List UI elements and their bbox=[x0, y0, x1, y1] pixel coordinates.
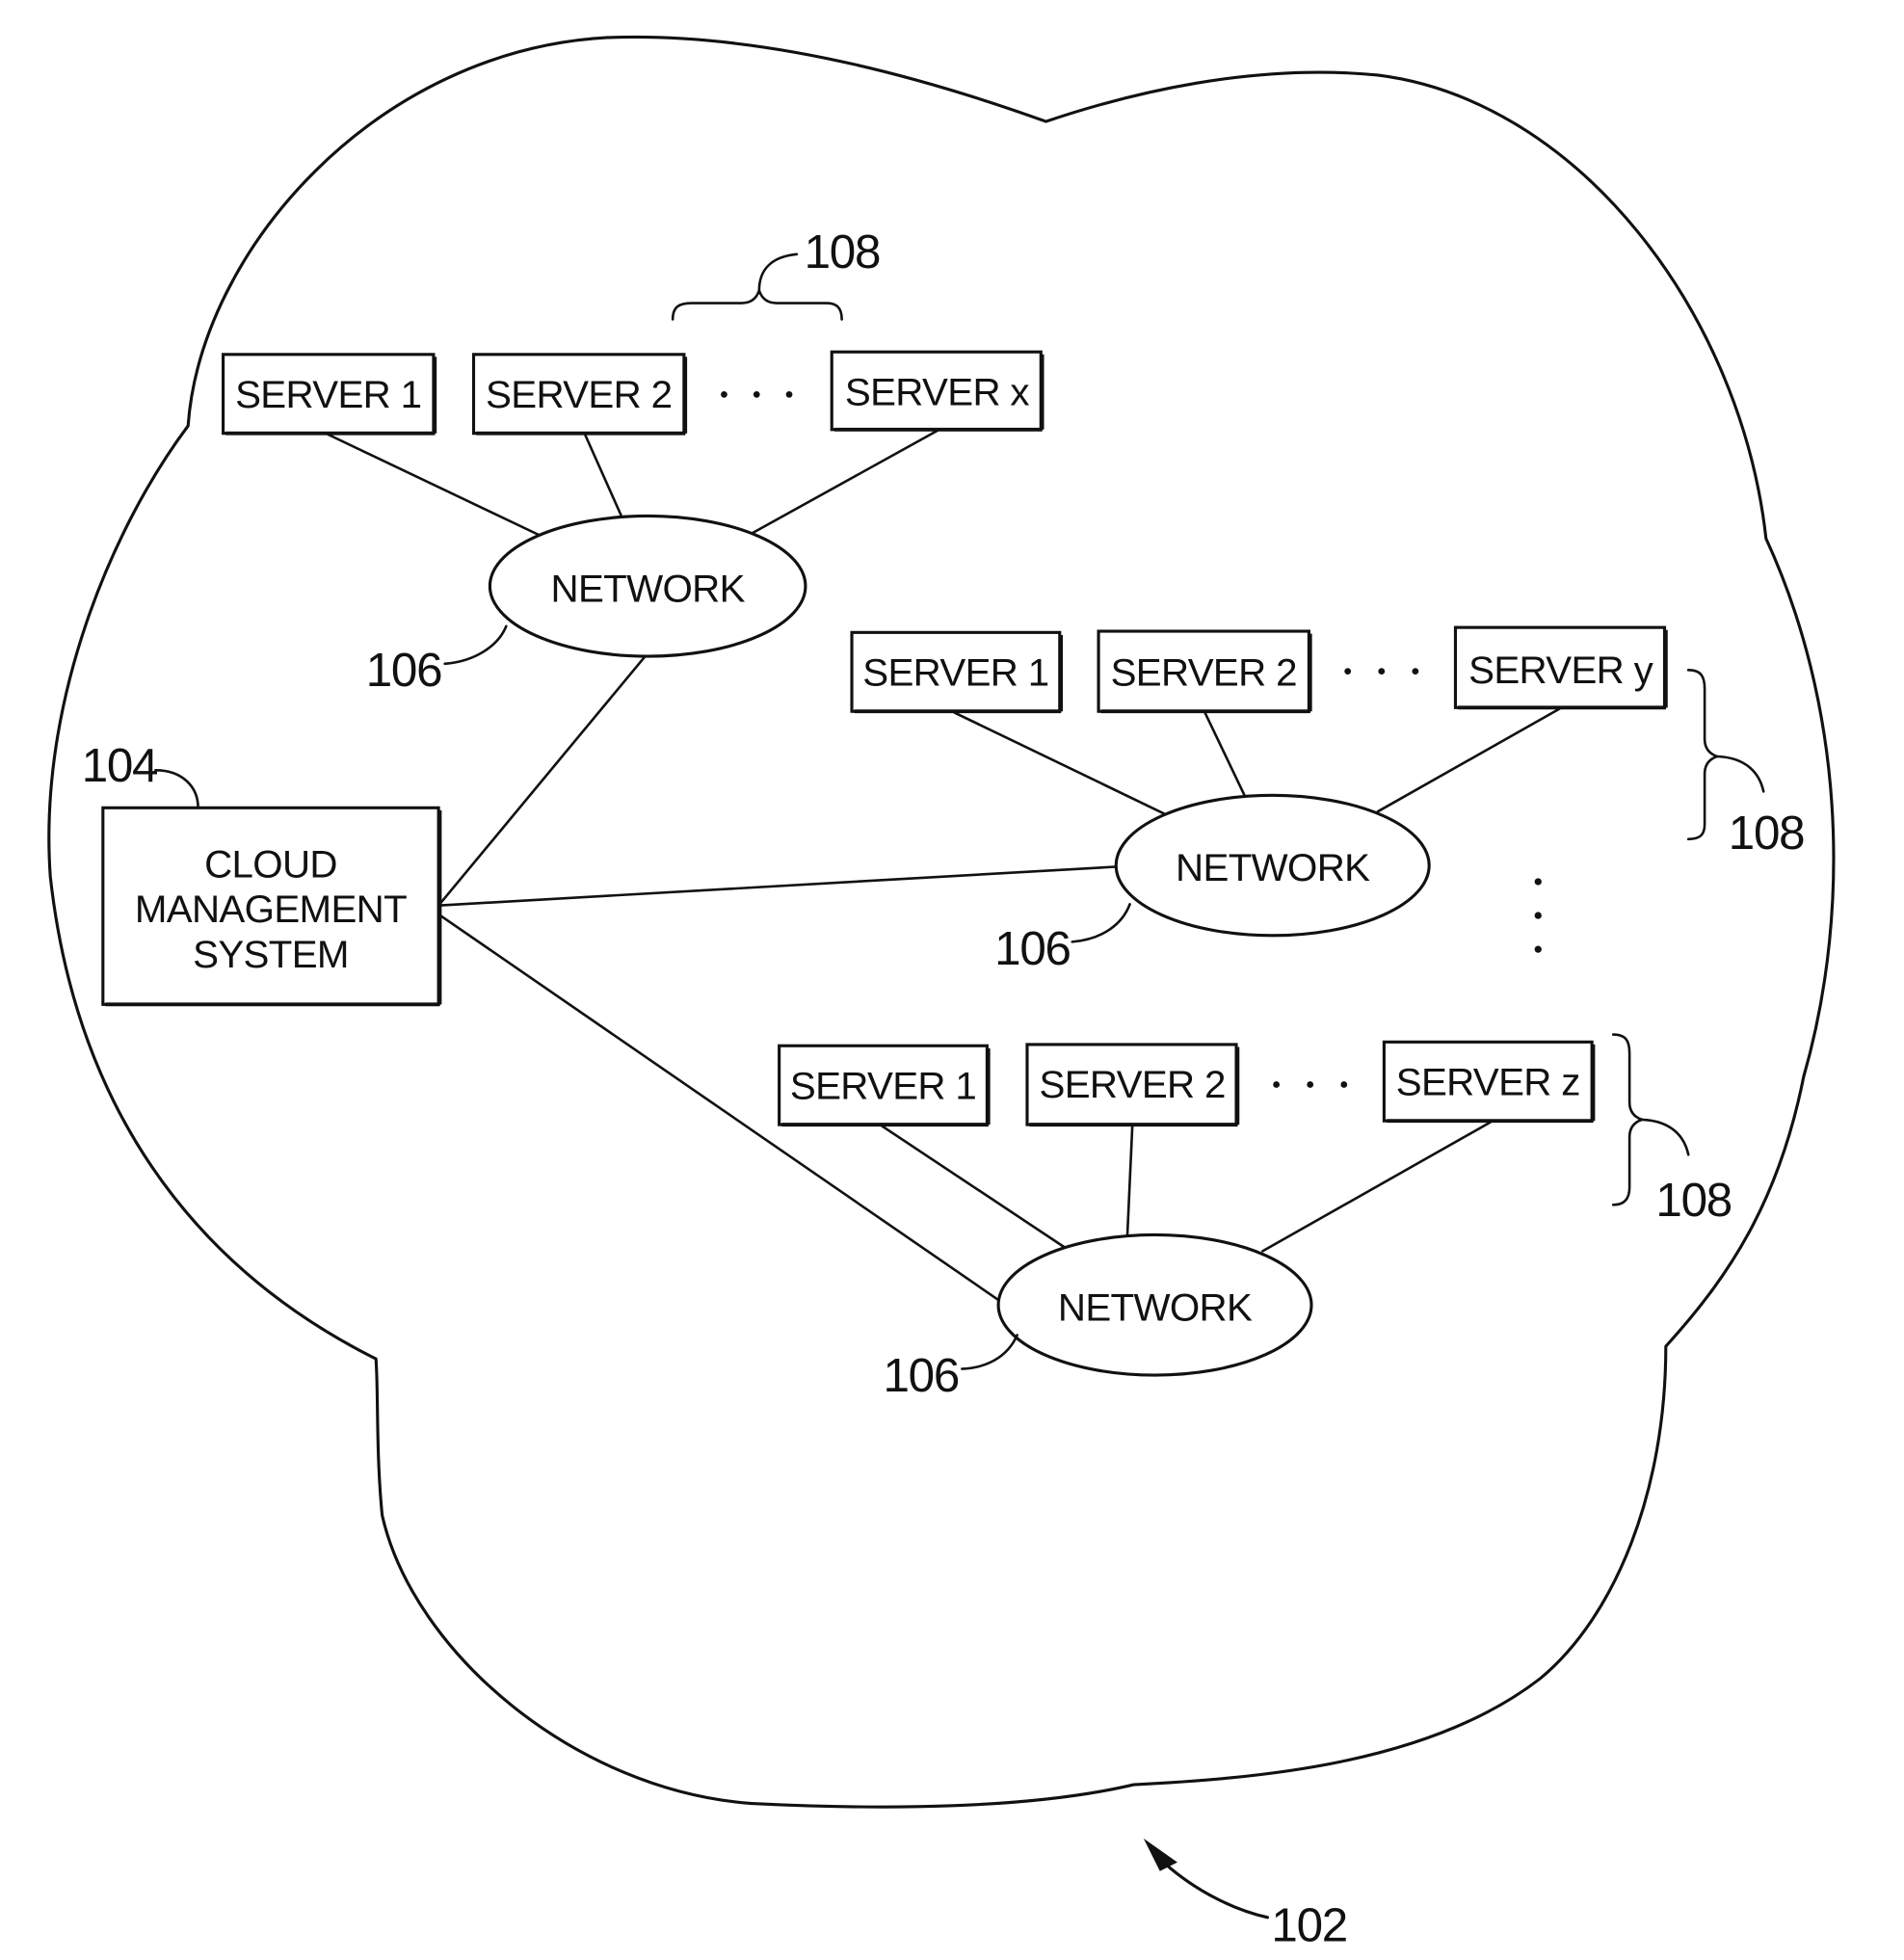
server-label: SERVER 2 bbox=[1111, 650, 1297, 694]
server-label: SERVER z bbox=[1396, 1060, 1580, 1103]
cms-label-line-1: CLOUD bbox=[204, 842, 337, 886]
arrow-head-icon bbox=[1143, 1838, 1177, 1871]
leader-108 bbox=[757, 252, 799, 292]
ref-106: 106 bbox=[994, 922, 1070, 975]
cluster-2: SERVER 1 SERVER 2 SERVER y NETWORK 106 1… bbox=[850, 625, 1806, 975]
ref-108: 108 bbox=[1729, 807, 1804, 860]
ellipsis-dots bbox=[1344, 668, 1419, 675]
server-box[interactable]: SERVER 2 bbox=[471, 353, 688, 436]
server-box[interactable]: SERVER 1 bbox=[778, 1044, 991, 1127]
link-cms-network-1 bbox=[436, 654, 647, 907]
ellipsis-dots bbox=[1273, 1081, 1348, 1088]
server-box[interactable]: SERVER z bbox=[1382, 1040, 1596, 1124]
link-c3-server-z bbox=[1261, 1121, 1493, 1253]
server-label: SERVER y bbox=[1468, 649, 1654, 692]
link-c3-server-1 bbox=[880, 1125, 1067, 1249]
ref-106: 106 bbox=[884, 1349, 959, 1402]
server-label: SERVER 1 bbox=[790, 1064, 976, 1107]
link-cms-network-2 bbox=[436, 865, 1119, 907]
server-label: SERVER x bbox=[845, 370, 1030, 413]
server-box[interactable]: SERVER y bbox=[1453, 625, 1668, 710]
network-label: NETWORK bbox=[1176, 846, 1370, 889]
ref-108: 108 bbox=[1655, 1174, 1731, 1227]
cms-label-line-3: SYSTEM bbox=[193, 933, 349, 976]
network-node[interactable]: NETWORK bbox=[996, 1232, 1313, 1377]
leader-108 bbox=[1715, 755, 1765, 793]
link-c2-server-y bbox=[1376, 707, 1561, 813]
cluster-1: SERVER 1 SERVER 2 SERVER x NETWORK 106 1… bbox=[222, 225, 1045, 697]
ref-108: 108 bbox=[805, 225, 880, 278]
cloud-management-system[interactable]: CLOUD MANAGEMENT SYSTEM bbox=[101, 806, 442, 1007]
network-label: NETWORK bbox=[1058, 1285, 1253, 1329]
server-box[interactable]: SERVER x bbox=[830, 350, 1045, 432]
vertical-ellipsis bbox=[1534, 878, 1542, 953]
server-label: SERVER 2 bbox=[486, 373, 672, 416]
link-c3-server-2 bbox=[1125, 1125, 1134, 1238]
ellipsis-dots bbox=[721, 391, 793, 398]
server-box[interactable]: SERVER 1 bbox=[850, 630, 1064, 714]
leader-106 bbox=[1071, 903, 1131, 943]
server-label: SERVER 2 bbox=[1039, 1063, 1225, 1106]
server-label: SERVER 1 bbox=[235, 373, 421, 416]
ref-106: 106 bbox=[366, 644, 441, 697]
server-label: SERVER 1 bbox=[862, 650, 1048, 694]
leader-106 bbox=[961, 1334, 1018, 1370]
cms-label-line-2: MANAGEMENT bbox=[135, 887, 407, 931]
link-c1-server-1 bbox=[327, 433, 543, 538]
link-c2-server-2 bbox=[1203, 711, 1247, 798]
network-node[interactable]: NETWORK bbox=[1114, 793, 1431, 938]
server-box[interactable]: SERVER 1 bbox=[222, 353, 437, 436]
leader-106 bbox=[443, 624, 508, 666]
cloud-ref-arrow bbox=[1143, 1838, 1270, 1920]
cluster-3: SERVER 1 SERVER 2 SERVER z NETWORK 106 1… bbox=[778, 1033, 1732, 1402]
server-box[interactable]: SERVER 2 bbox=[1097, 629, 1312, 714]
server-box[interactable]: SERVER 2 bbox=[1025, 1043, 1240, 1127]
link-c1-server-x bbox=[750, 429, 939, 535]
link-c1-server-2 bbox=[583, 433, 623, 517]
network-label: NETWORK bbox=[551, 567, 746, 610]
ref-104: 104 bbox=[82, 739, 158, 792]
leader-108 bbox=[1640, 1118, 1690, 1156]
group-brace-108 bbox=[1686, 669, 1722, 841]
group-brace-108 bbox=[1611, 1033, 1647, 1206]
network-node[interactable]: NETWORK bbox=[488, 514, 807, 658]
cloud-architecture-diagram: CLOUD MANAGEMENT SYSTEM 104 SERVER 1 SER… bbox=[47, 35, 1836, 1952]
leader-104 bbox=[154, 769, 199, 809]
ref-102: 102 bbox=[1271, 1899, 1346, 1952]
group-brace-108 bbox=[671, 286, 843, 321]
link-c2-server-1 bbox=[953, 711, 1167, 816]
